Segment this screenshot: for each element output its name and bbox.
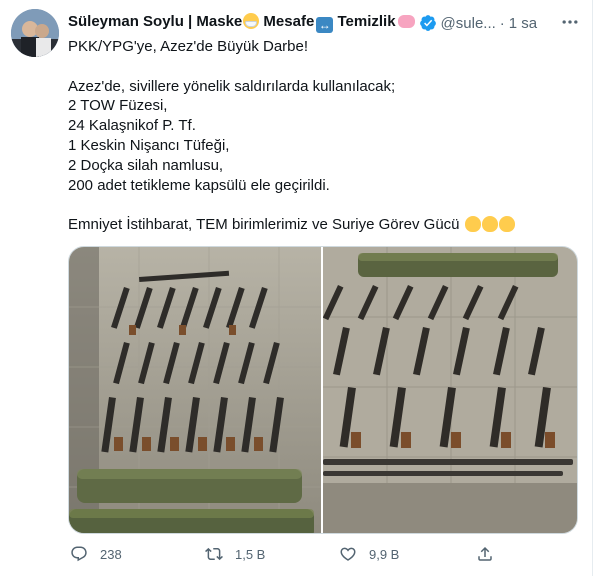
tweet-actions: 238 1,5 B 9,9 B — [68, 543, 508, 565]
tweet-line: 2 Doçka silah namlusu, — [68, 156, 224, 174]
photo-weapons-left[interactable] — [69, 247, 323, 533]
retweet-icon — [205, 547, 223, 561]
tweet-media[interactable] — [68, 246, 578, 534]
tweet-card[interactable]: Süleyman Soylu | Maske Mesafe ↔ Temizlik … — [0, 0, 593, 576]
tweet-time[interactable]: 1 sa — [509, 15, 537, 32]
face-mask-emoji-icon — [243, 13, 260, 29]
share-icon — [478, 546, 492, 561]
reply-icon — [71, 546, 87, 562]
tweet-line: 200 adet tetikleme kapsülü ele geçirildi… — [68, 176, 330, 194]
tweet-line: PKK/YPG'ye, Azez'de Büyük Darbe! — [68, 38, 309, 55]
tweet-line: 2 TOW Füzesi, — [68, 97, 168, 115]
verified-badge-icon — [419, 15, 436, 31]
like-button[interactable]: 9,9 B — [339, 545, 399, 563]
photo-weapons-right[interactable] — [323, 247, 577, 533]
reply-button[interactable]: 238 — [70, 545, 122, 563]
clapping-hands-emoji-icon — [481, 216, 498, 233]
author-name[interactable]: Süleyman Soylu | Maske Mesafe ↔ Temizlik — [68, 13, 415, 33]
retweet-count: 1,5 B — [235, 546, 266, 562]
reply-count: 238 — [100, 546, 122, 562]
tweet-line: Emniyet İstihbarat, TEM birimlerimiz ve … — [68, 215, 578, 235]
tweet-line: Azez'de, sivillere yönelik saldırılarda … — [68, 77, 396, 95]
tweet-header: Süleyman Soylu | Maske Mesafe ↔ Temizlik … — [68, 12, 584, 34]
share-button[interactable] — [476, 545, 494, 563]
more-options-icon[interactable] — [560, 12, 580, 32]
left-right-arrow-emoji-icon: ↔ — [316, 17, 334, 33]
retweet-button[interactable]: 1,5 B — [205, 545, 265, 563]
tweet-line: 1 Keskin Nişancı Tüfeği, — [68, 136, 230, 154]
like-count: 9,9 B — [369, 546, 400, 562]
separator-dot: · — [499, 14, 505, 32]
tweet-text: PKK/YPG'ye, Azez'de Büyük Darbe! Azez'de… — [68, 37, 578, 235]
clapping-hands-emoji-icon — [464, 216, 481, 233]
clapping-hands-emoji-icon — [498, 216, 515, 233]
like-heart-icon — [340, 547, 356, 561]
author-avatar[interactable] — [11, 9, 59, 57]
tweet-line: 24 Kalaşnikof P. Tf. — [68, 117, 196, 135]
soap-emoji-icon — [397, 15, 415, 28]
author-handle[interactable]: @sule... — [441, 15, 496, 32]
